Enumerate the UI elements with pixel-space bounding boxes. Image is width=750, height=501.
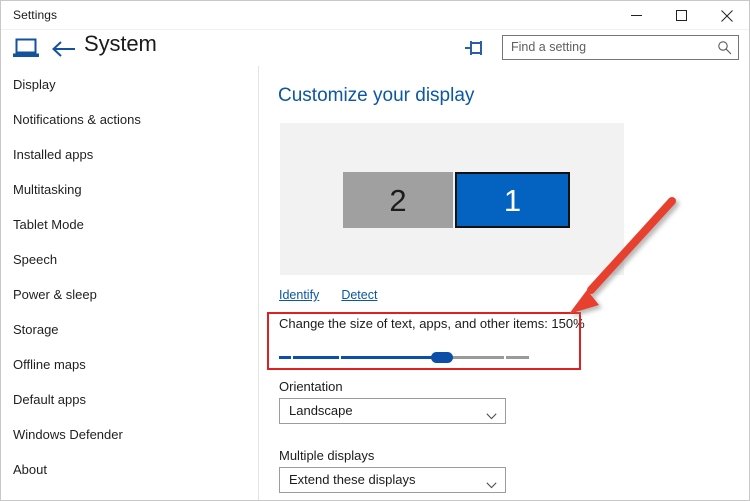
slider-thumb[interactable]	[431, 352, 453, 363]
sidebar-item-multitasking[interactable]: Multitasking	[1, 172, 258, 207]
orientation-select[interactable]: Landscape	[279, 398, 506, 424]
monitor-label-2: 2	[389, 182, 407, 218]
sidebar-item-windows-defender[interactable]: Windows Defender	[1, 417, 258, 452]
sidebar-item-tablet-mode[interactable]: Tablet Mode	[1, 207, 258, 242]
sidebar-item-notifications[interactable]: Notifications & actions	[1, 102, 258, 137]
sidebar-item-storage[interactable]: Storage	[1, 312, 258, 347]
laptop-icon	[12, 37, 40, 59]
sidebar-item-display[interactable]: Display	[1, 67, 258, 102]
orientation-value: Landscape	[289, 403, 353, 418]
page-title: Customize your display	[278, 85, 475, 106]
multiple-displays-value: Extend these displays	[289, 472, 416, 487]
scale-slider[interactable]	[279, 350, 529, 366]
chevron-down-icon	[486, 407, 497, 420]
multiple-displays-select[interactable]: Extend these displays	[279, 467, 506, 493]
slider-tick	[339, 356, 341, 359]
search-box[interactable]	[502, 35, 739, 60]
multiple-displays-label: Multiple displays	[279, 448, 375, 463]
settings-window: Settings System Find a setting Display N…	[0, 0, 750, 501]
window-title: Settings	[13, 8, 58, 22]
search-icon	[717, 40, 732, 55]
sidebar-item-power-sleep[interactable]: Power & sleep	[1, 277, 258, 312]
slider-tick	[504, 356, 506, 359]
settings-header: System	[1, 30, 749, 66]
main-panel: Customize your display 2 1 Identify Dete…	[260, 66, 749, 500]
monitor-label-1: 1	[503, 182, 522, 218]
content-area: Display Notifications & actions Installe…	[1, 66, 749, 500]
slider-track-remaining	[447, 356, 529, 359]
page-header-title: System	[84, 31, 157, 56]
slider-track-filled	[279, 356, 436, 359]
identify-link[interactable]: Identify	[279, 288, 319, 302]
display-action-links: Identify Detect	[279, 288, 377, 302]
back-button[interactable]	[51, 38, 77, 60]
monitor-tile-2[interactable]: 2	[343, 172, 453, 228]
sidebar-item-speech[interactable]: Speech	[1, 242, 258, 277]
sidebar-item-installed-apps[interactable]: Installed apps	[1, 137, 258, 172]
minimize-button[interactable]	[614, 1, 659, 30]
display-preview: 2 1	[280, 123, 624, 275]
sidebar-item-offline-maps[interactable]: Offline maps	[1, 347, 258, 382]
settings-sidebar: Display Notifications & actions Installe…	[1, 66, 259, 500]
monitor-tile-1[interactable]: 1	[455, 172, 570, 228]
orientation-label: Orientation	[279, 379, 343, 394]
slider-tick	[291, 356, 293, 359]
sidebar-item-about[interactable]: About	[1, 452, 258, 487]
scale-label: Change the size of text, apps, and other…	[279, 316, 585, 331]
search-input[interactable]	[511, 36, 706, 59]
chevron-down-icon	[486, 476, 497, 489]
pin-icon[interactable]	[463, 38, 487, 58]
close-button[interactable]	[704, 1, 749, 30]
maximize-button[interactable]	[659, 1, 704, 30]
title-bar: Settings	[1, 1, 749, 30]
detect-link[interactable]: Detect	[341, 288, 377, 302]
window-controls	[614, 1, 749, 30]
sidebar-item-default-apps[interactable]: Default apps	[1, 382, 258, 417]
